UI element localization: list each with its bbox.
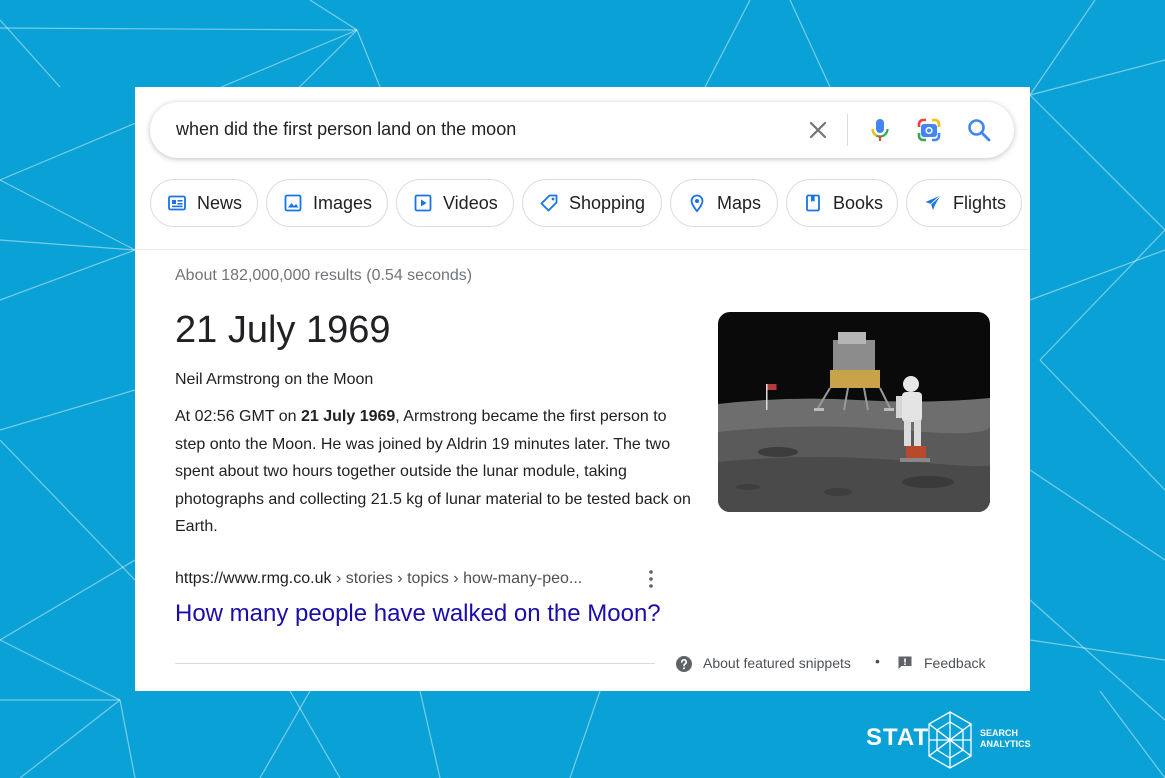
search-icon[interactable] — [965, 116, 993, 144]
snippet-text-bold: 21 July 1969 — [301, 408, 396, 425]
video-icon — [414, 194, 432, 212]
chip-maps-label: Maps — [717, 192, 762, 213]
chip-images-label: Images — [313, 192, 373, 213]
chip-maps[interactable]: Maps — [670, 179, 778, 227]
chip-news[interactable]: News — [150, 179, 258, 227]
airplane-icon — [925, 195, 941, 210]
globe-icon — [928, 711, 972, 769]
close-icon[interactable] — [806, 118, 830, 142]
search-results-card: when did the first person land on the mo… — [135, 87, 1030, 691]
chip-flights-label: Flights — [953, 192, 1007, 213]
featured-snippet-text: At 02:56 GMT on 21 July 1969, Armstrong … — [175, 403, 695, 541]
feedback-icon — [898, 656, 912, 669]
chip-images[interactable]: Images — [266, 179, 388, 227]
result-citation[interactable]: https://www.rmg.co.uk › stories › topics… — [175, 570, 582, 588]
stat-tagline-line1: SEARCH — [980, 728, 1019, 738]
search-input[interactable]: when did the first person land on the mo… — [176, 119, 516, 140]
google-lens-icon[interactable] — [915, 116, 943, 144]
stat-tagline: SEARCH ANALYTICS — [980, 728, 1031, 750]
stat-tagline-line2: ANALYTICS — [980, 739, 1031, 749]
result-title-link[interactable]: How many people have walked on the Moon? — [175, 600, 661, 628]
chip-shopping-label: Shopping — [569, 192, 646, 213]
stat-logo-word: STAT — [866, 724, 930, 751]
chip-books-label: Books — [833, 192, 884, 213]
moon-landing-photo[interactable] — [718, 312, 990, 512]
more-options-icon[interactable] — [641, 568, 661, 590]
news-icon — [168, 195, 186, 211]
chip-flights[interactable]: Flights — [906, 179, 1022, 227]
microphone-icon[interactable] — [866, 116, 894, 144]
chip-videos-label: Videos — [443, 192, 498, 213]
stat-logo: STAT SEARCH ANALYTICS — [866, 710, 1036, 770]
snippet-text-end: , Armstrong became the first person to s… — [175, 408, 691, 535]
chip-videos[interactable]: Videos — [396, 179, 514, 227]
search-divider — [847, 114, 848, 146]
snippet-text-start: At 02:56 GMT on — [175, 408, 301, 425]
featured-answer: 21 July 1969 — [175, 309, 391, 351]
help-icon — [676, 656, 692, 672]
image-icon — [284, 194, 302, 212]
tag-icon — [540, 194, 558, 212]
footer-separator: • — [875, 653, 880, 669]
map-pin-icon — [690, 194, 704, 213]
book-icon — [806, 194, 820, 212]
snippet-footer-divider — [175, 663, 655, 664]
header-divider — [135, 249, 1030, 250]
results-stats: About 182,000,000 results (0.54 seconds) — [175, 267, 473, 284]
feedback-link[interactable]: Feedback — [924, 655, 985, 671]
about-featured-snippets-link[interactable]: About featured snippets — [703, 655, 851, 671]
chip-news-label: News — [197, 192, 243, 213]
featured-answer-subtitle: Neil Armstrong on the Moon — [175, 371, 374, 388]
citation-path: › stories › topics › how-many-peo... — [331, 570, 583, 587]
search-box[interactable]: when did the first person land on the mo… — [150, 102, 1014, 158]
chip-shopping[interactable]: Shopping — [522, 179, 662, 227]
citation-domain: https://www.rmg.co.uk — [175, 570, 332, 587]
chip-books[interactable]: Books — [786, 179, 898, 227]
